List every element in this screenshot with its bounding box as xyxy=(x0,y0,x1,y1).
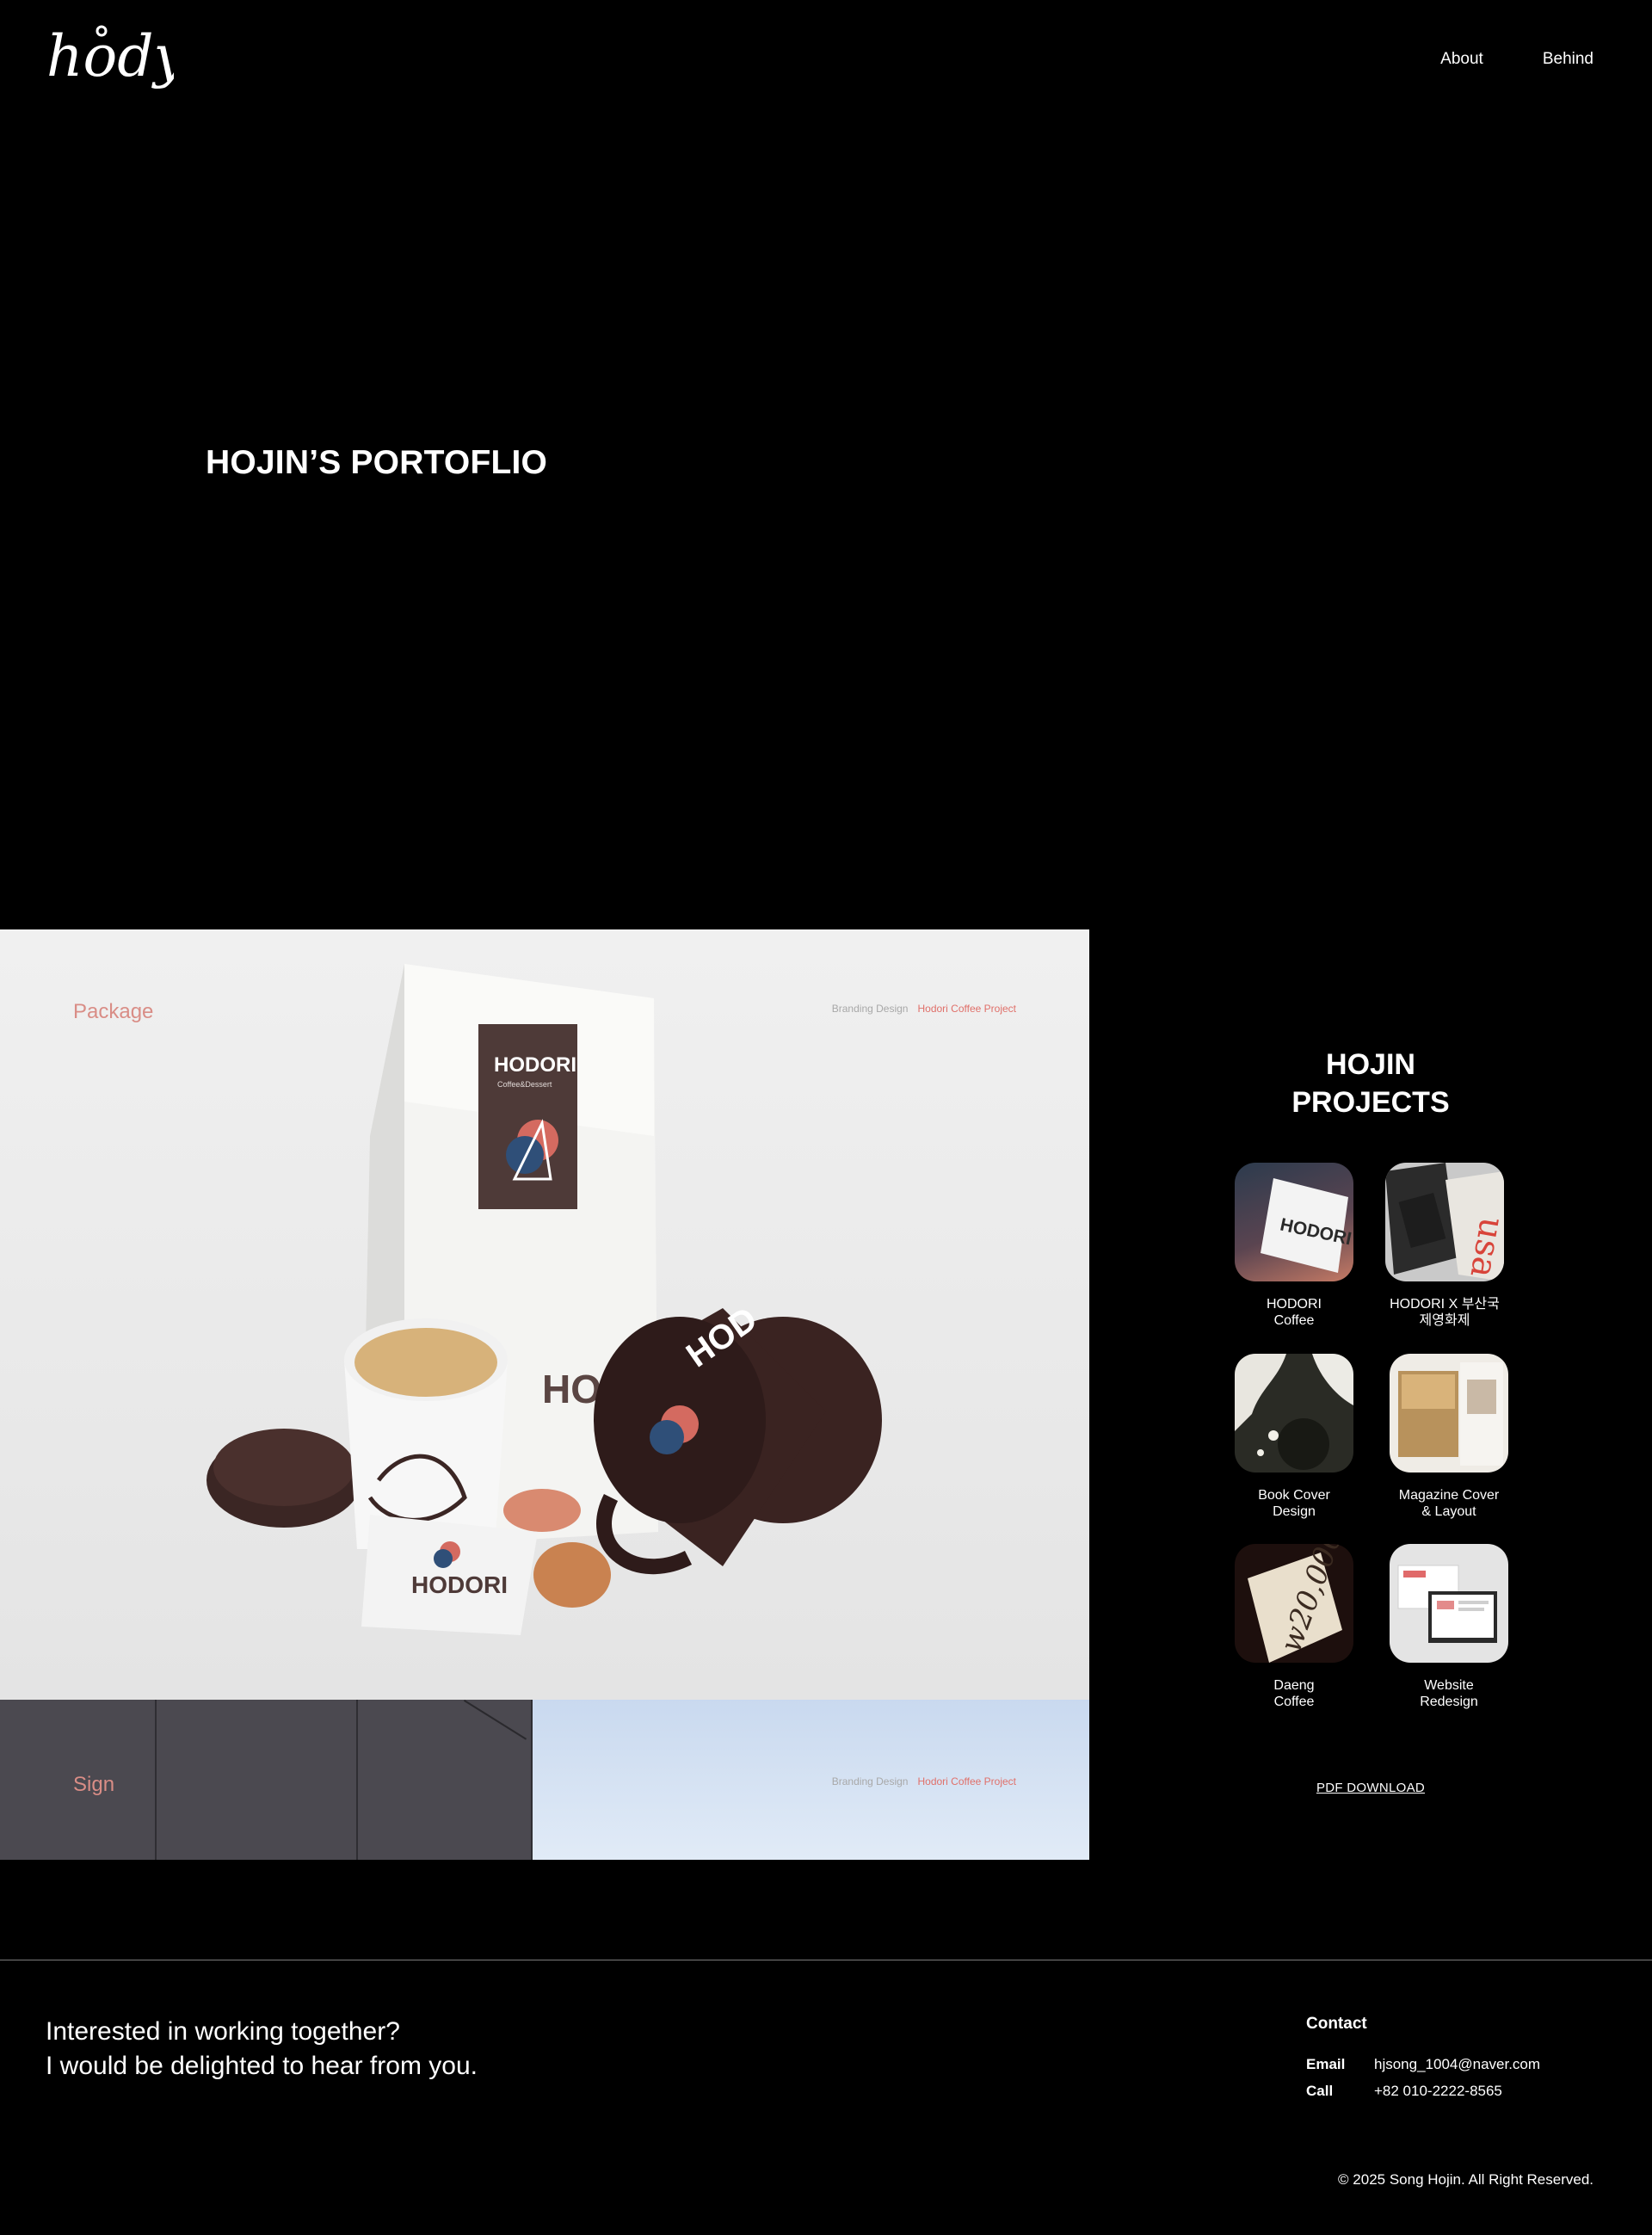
nav-about[interactable]: About xyxy=(1440,50,1483,69)
call-value[interactable]: +82 010-2222-8565 xyxy=(1374,2078,1502,2104)
package-mockup-image: HODORI Coffee&Dessert HOD HOD HODORI xyxy=(206,964,882,1635)
nav-behind[interactable]: Behind xyxy=(1543,50,1593,69)
project-hodori-busan[interactable]: usa HODORI X 부산국 제영화제 xyxy=(1384,1163,1505,1329)
project-label-line1: Website xyxy=(1424,1678,1474,1693)
project-hodori-coffee[interactable]: HODORI HODORI Coffee xyxy=(1234,1163,1354,1329)
project-thumbnail[interactable] xyxy=(1390,1544,1508,1663)
project-magazine[interactable]: Magazine Cover & Layout xyxy=(1389,1354,1509,1520)
page-title: HOJIN’S PORTOFLIO xyxy=(206,444,548,481)
project-label-line1: Book Cover xyxy=(1258,1488,1330,1503)
panel-meta: Branding Design Hodori Coffee Project xyxy=(832,1775,1016,1787)
project-label-line2: Redesign xyxy=(1420,1695,1478,1709)
footer-message-line1: Interested in working together? xyxy=(46,2017,400,2046)
project-label-line2: Design xyxy=(1273,1504,1316,1519)
main-nav: About Behind xyxy=(1440,50,1593,69)
package-panel[interactable]: Package Branding Design Hodori Coffee Pr… xyxy=(0,929,1089,1700)
contact-block: Contact Email hjsong_1004@naver.com Call… xyxy=(1306,2015,1540,2104)
project-showcase[interactable]: Package Branding Design Hodori Coffee Pr… xyxy=(0,929,1089,1860)
project-grid: HODORI HODORI Coffee usa HODORI X 부산국 제영… xyxy=(1234,1163,1509,1731)
project-daeng-coffee[interactable]: w20,000 Daeng Coffee xyxy=(1234,1544,1354,1710)
bag-brand: HODORI xyxy=(494,1053,576,1077)
project-label-line1: Daeng xyxy=(1273,1678,1315,1693)
footer-message-line2: I would be delighted to hear from you. xyxy=(46,2052,478,2080)
contact-email-row: Email hjsong_1004@naver.com xyxy=(1306,2051,1540,2078)
projects-title-line1: HOJIN xyxy=(1326,1048,1415,1081)
pdf-download-link[interactable]: PDF DOWNLOAD xyxy=(1316,1781,1425,1795)
svg-text:HODORI: HODORI xyxy=(411,1571,508,1598)
bag-brand-sub: Coffee&Dessert xyxy=(497,1080,552,1089)
call-label: Call xyxy=(1306,2083,1334,2099)
project-label: Daeng Coffee xyxy=(1234,1677,1354,1710)
contact-title: Contact xyxy=(1306,2015,1367,2033)
panel-category: Branding Design xyxy=(831,1775,909,1787)
project-label-line2: Coffee xyxy=(1273,1695,1315,1709)
project-thumbnail[interactable]: HODORI xyxy=(1235,1163,1353,1281)
project-label: Website Redesign xyxy=(1389,1677,1509,1710)
project-label-line2: & Layout xyxy=(1421,1504,1476,1519)
copyright: © 2025 Song Hojin. All Right Reserved. xyxy=(1338,2171,1593,2188)
project-thumbnail[interactable] xyxy=(1390,1354,1508,1473)
project-thumbnail[interactable]: w20,000 xyxy=(1235,1544,1353,1663)
project-label-line2: Coffee xyxy=(1273,1313,1315,1328)
logo[interactable]: hody xyxy=(45,21,174,98)
project-website[interactable]: Website Redesign xyxy=(1389,1544,1509,1710)
projects-title-line2: PROJECTS xyxy=(1291,1086,1450,1119)
footer-message: Interested in working together? I would … xyxy=(46,2015,478,2084)
contact-call-row: Call +82 010-2222-8565 xyxy=(1306,2078,1540,2104)
project-label: HODORI X 부산국 제영화제 xyxy=(1384,1296,1505,1329)
project-label-line1: Magazine Cover xyxy=(1398,1488,1500,1503)
project-label: HODORI Coffee xyxy=(1234,1296,1354,1329)
project-thumbnail[interactable]: usa xyxy=(1385,1163,1504,1281)
pdf-download: PDF DOWNLOAD xyxy=(1089,1781,1652,1796)
project-label-line1: HODORI X 부산국 xyxy=(1390,1297,1500,1312)
sign-panel[interactable]: Sign Branding Design Hodori Coffee Proje… xyxy=(0,1700,1089,1860)
logo-text: hody xyxy=(46,23,174,90)
project-label-line2: 제영화제 xyxy=(1419,1313,1470,1328)
project-label-line1: HODORI xyxy=(1267,1297,1322,1312)
project-label: Magazine Cover & Layout xyxy=(1389,1487,1509,1520)
project-thumbnail[interactable] xyxy=(1235,1354,1353,1473)
project-label: Book Cover Design xyxy=(1234,1487,1354,1520)
project-book-cover[interactable]: Book Cover Design xyxy=(1234,1354,1354,1520)
email-label: Email xyxy=(1306,2056,1346,2072)
email-value[interactable]: hjsong_1004@naver.com xyxy=(1374,2051,1540,2078)
panel-label: Sign xyxy=(73,1773,115,1796)
projects-title: HOJIN PROJECTS xyxy=(1089,1046,1652,1121)
panel-project: Hodori Coffee Project xyxy=(917,1775,1016,1787)
